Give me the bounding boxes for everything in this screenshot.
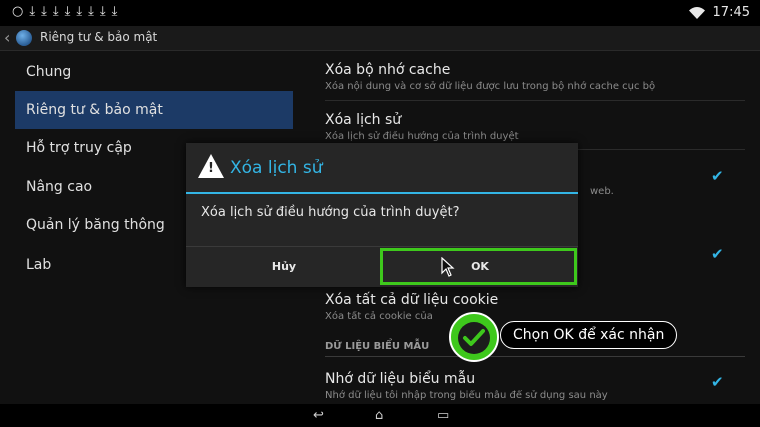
navigation-bar: ↩ ⌂ ▭: [0, 404, 760, 427]
clock: 17:45: [712, 5, 750, 20]
cancel-button[interactable]: Hủy: [186, 247, 382, 287]
pref-summary: Xóa lịch sử điều hướng của trình duyệt: [325, 131, 519, 142]
pref-remember-form-data[interactable]: Nhớ dữ liệu biểu mẫu Nhớ dữ liệu tôi nhậ…: [325, 371, 745, 401]
download-icon: ⤓: [52, 4, 59, 19]
download-icon: ⤓: [76, 4, 83, 19]
pref-summary: Nhớ dữ liệu tôi nhập trong biểu mẫu để s…: [325, 390, 608, 401]
back-nav-icon[interactable]: ↩: [313, 408, 324, 423]
ok-button-highlight: [380, 248, 577, 285]
download-icon: ⤓: [64, 4, 71, 19]
callout-label: Chọn OK để xác nhận: [500, 321, 678, 349]
wifi-icon: [688, 6, 705, 19]
action-bar[interactable]: ‹ Riêng tư & bảo mật: [0, 26, 760, 51]
circle-icon: ○: [12, 4, 24, 19]
divider: [325, 100, 745, 101]
pref-summary: Xóa nội dung và cơ sở dữ liệu được lưu t…: [325, 81, 656, 92]
category-general[interactable]: Chung: [15, 53, 293, 91]
browser-globe-icon[interactable]: [16, 30, 32, 46]
checkmark-icon: [463, 329, 485, 346]
pref-title: Xóa bộ nhớ cache: [325, 62, 451, 78]
section-header-form-data: DỮ LIỆU BIỂU MẪU: [325, 341, 430, 352]
pref-title: Nhớ dữ liệu biểu mẫu: [325, 371, 476, 387]
download-icon: ⤓: [29, 4, 36, 19]
back-chevron-icon[interactable]: ‹: [4, 28, 10, 47]
pref-summary-partial: web.: [590, 186, 614, 197]
download-icon: ⤓: [88, 4, 94, 19]
category-privacy-security[interactable]: Riêng tư & bảo mật: [15, 91, 293, 129]
action-bar-title: Riêng tư & bảo mật: [40, 30, 158, 44]
pref-clear-history[interactable]: Xóa lịch sử Xóa lịch sử điều hướng của t…: [325, 112, 745, 142]
status-bar: ○ ⤓ ⤓ ⤓ ⤓ ⤓ ⤓ ⤓ ⤓ 17:45: [0, 0, 760, 26]
pref-title: Xóa lịch sử: [325, 112, 402, 128]
notification-icons: ○ ⤓ ⤓ ⤓ ⤓ ⤓ ⤓ ⤓ ⤓: [12, 4, 117, 19]
section-divider: [325, 356, 745, 357]
recent-apps-icon[interactable]: ▭: [437, 408, 449, 423]
dialog-title: Xóa lịch sử: [230, 158, 323, 178]
download-icon: ⤓: [41, 4, 47, 19]
pref-clear-cookies[interactable]: Xóa tất cả dữ liệu cookie Xóa tất cả coo…: [325, 292, 745, 322]
checkbox-checked-icon[interactable]: ✔: [711, 373, 724, 391]
dialog-header: ! Xóa lịch sử: [186, 143, 578, 192]
mouse-cursor-icon: [441, 257, 455, 277]
download-icon: ⤓: [99, 4, 106, 19]
checkbox-checked-icon[interactable]: ✔: [711, 167, 724, 185]
download-icon: ⤓: [111, 4, 118, 19]
dialog-title-rule: [186, 192, 578, 194]
dialog-message: Xóa lịch sử điều hướng của trình duyệt?: [201, 205, 460, 220]
pref-clear-cache[interactable]: Xóa bộ nhớ cache Xóa nội dung và cơ sở d…: [325, 62, 745, 92]
pref-title: Xóa tất cả dữ liệu cookie: [325, 292, 499, 308]
warning-exclamation: !: [208, 161, 214, 176]
home-nav-icon[interactable]: ⌂: [375, 408, 383, 423]
checkbox-checked-icon[interactable]: ✔: [711, 245, 724, 263]
